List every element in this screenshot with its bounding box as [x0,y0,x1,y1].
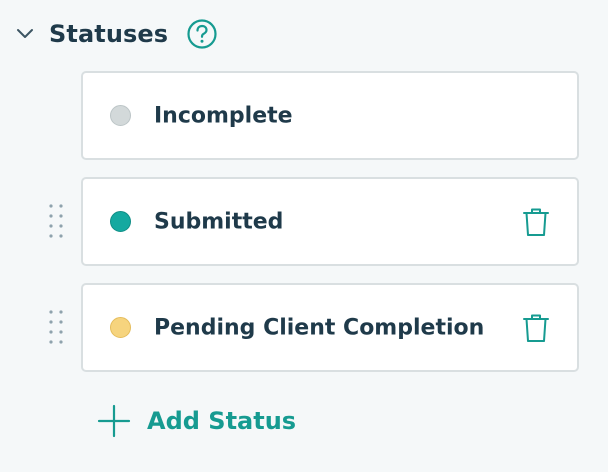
statuses-panel: Statuses Incomplete Submitted Pending Cl… [0,0,608,472]
status-color-dot[interactable] [110,105,131,126]
drag-handle-icon[interactable] [48,203,64,239]
section-title: Statuses [49,20,169,48]
plus-icon [97,404,131,438]
help-circle-icon[interactable] [186,18,218,50]
add-status-label: Add Status [147,407,297,435]
status-label: Pending Client Completion [154,315,485,340]
status-label: Submitted [154,209,284,234]
status-item-pending-client-completion[interactable]: Pending Client Completion [81,283,579,372]
status-color-dot[interactable] [110,317,131,338]
trash-icon[interactable] [521,312,551,344]
add-status-button[interactable]: Add Status [97,402,296,440]
trash-icon[interactable] [521,206,551,238]
drag-handle-icon[interactable] [48,309,64,345]
status-label: Incomplete [154,103,293,128]
section-header: Statuses [14,16,218,52]
status-item-submitted[interactable]: Submitted [81,177,579,266]
chevron-down-icon[interactable] [14,23,36,45]
status-item-incomplete[interactable]: Incomplete [81,71,579,160]
status-color-dot[interactable] [110,211,131,232]
